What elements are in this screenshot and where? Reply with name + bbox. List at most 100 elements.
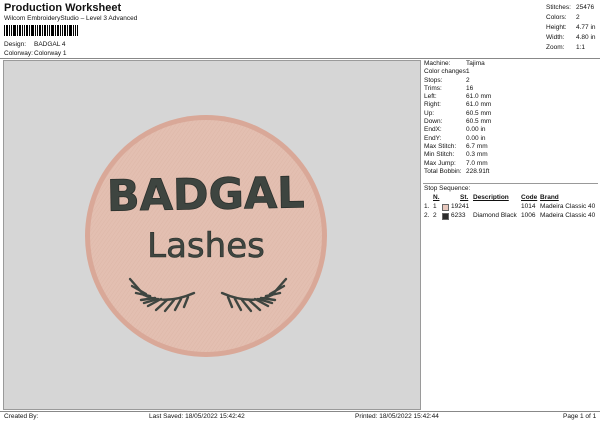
detail-label: Max Stitch: bbox=[424, 142, 457, 150]
stat-label: Stitches: bbox=[546, 4, 571, 11]
col-brand: Brand bbox=[540, 194, 559, 201]
stat-height: Height: 4.77 in bbox=[546, 23, 600, 33]
detail-row: Stops: 2 bbox=[423, 77, 598, 85]
machine-details: Machine: Tajima Color changes: 1 Stops: 2 T… bbox=[423, 60, 598, 176]
detail-row: Total Bobbin: 228.91ft bbox=[423, 168, 598, 176]
col-n: N. bbox=[433, 194, 440, 201]
detail-value: 60.5 mm bbox=[466, 109, 492, 117]
design-label: Design: bbox=[4, 41, 27, 48]
footer-divider bbox=[0, 411, 600, 412]
detail-label: Up: bbox=[424, 109, 435, 117]
colorway-label: Colorway: bbox=[4, 50, 33, 57]
detail-value: 0.00 in bbox=[466, 126, 486, 134]
detail-row: Min Stitch: 0.3 mm bbox=[423, 151, 598, 159]
detail-value: 6.7 mm bbox=[466, 142, 488, 150]
last-saved: Last Saved: 18/05/2022 15:42:42 bbox=[149, 413, 245, 420]
barcode bbox=[4, 25, 78, 36]
row-n: 2 bbox=[433, 212, 437, 219]
design-value: BADGAL 4 bbox=[34, 41, 66, 48]
detail-row: Down: 60.5 mm bbox=[423, 118, 598, 126]
detail-label: Min Stitch: bbox=[424, 151, 455, 159]
stat-label: Zoom: bbox=[546, 44, 565, 51]
row-st: 19241 bbox=[451, 203, 470, 210]
page-number: Page 1 of 1 bbox=[563, 413, 597, 420]
detail-row: Machine: Tajima bbox=[423, 60, 598, 68]
stop-sequence-title: Stop Sequence: bbox=[424, 185, 471, 192]
summary-stats: Stitches: 25476 Colors: 2 Height: 4.77 in W… bbox=[546, 3, 600, 53]
detail-row: EndY: 0.00 in bbox=[423, 135, 598, 143]
stat-label: Height: bbox=[546, 24, 567, 31]
detail-label: Machine: bbox=[424, 60, 451, 67]
stat-zoom: Zoom: 1:1 bbox=[546, 43, 600, 53]
row-brand: Madeira Classic 40 bbox=[540, 212, 596, 219]
detail-value: 228.91ft bbox=[466, 167, 490, 175]
stat-value: 4.80 in bbox=[576, 34, 596, 41]
stop-sequence-header: N. St. Description Code Brand bbox=[423, 194, 598, 203]
detail-label: Right: bbox=[424, 101, 441, 109]
stat-value: 2 bbox=[576, 14, 580, 21]
row-index: 2. bbox=[424, 212, 430, 219]
design-row: Design: BADGAL 4 bbox=[4, 41, 124, 50]
col-st: St. bbox=[460, 194, 469, 201]
detail-value: 0.3 mm bbox=[466, 151, 488, 159]
detail-label: Color changes: bbox=[424, 68, 468, 76]
stat-colors: Colors: 2 bbox=[546, 13, 600, 23]
printed-date: Printed: 18/05/2022 15:42:44 bbox=[355, 413, 439, 420]
row-code: 1014 bbox=[521, 203, 536, 210]
detail-value: 0.00 in bbox=[466, 134, 486, 142]
design-line2: Lashes bbox=[147, 226, 265, 266]
detail-label: Total Bobbin: bbox=[424, 167, 462, 175]
embroidery-preview: BADGAL Lashes bbox=[85, 115, 327, 357]
detail-value: 1 bbox=[466, 68, 470, 76]
stat-value: 25476 bbox=[576, 4, 595, 11]
table-row: 2. 2 6233 Diamond Black 1006 Madeira Cla… bbox=[423, 212, 598, 221]
detail-row: EndX: 0.00 in bbox=[423, 126, 598, 134]
detail-label: Down: bbox=[424, 118, 443, 126]
design-canvas: BADGAL Lashes bbox=[3, 60, 421, 410]
detail-row: Trims: 16 bbox=[423, 85, 598, 93]
sequence-divider bbox=[423, 183, 598, 184]
detail-value: Tajima bbox=[466, 60, 485, 67]
row-code: 1006 bbox=[521, 212, 536, 219]
detail-row: Up: 60.5 mm bbox=[423, 110, 598, 118]
detail-row: Left: 61.0 mm bbox=[423, 93, 598, 101]
col-description: Description bbox=[473, 194, 509, 201]
created-by: Created By: bbox=[4, 413, 39, 420]
detail-row: Max Stitch: 6.7 mm bbox=[423, 143, 598, 151]
header-divider bbox=[0, 58, 600, 59]
detail-value: 61.0 mm bbox=[466, 93, 492, 101]
detail-value: 7.0 mm bbox=[466, 159, 488, 167]
detail-value: 16 bbox=[466, 84, 474, 92]
detail-row: Right: 61.0 mm bbox=[423, 101, 598, 109]
detail-value: 60.5 mm bbox=[466, 118, 492, 126]
col-code: Code bbox=[521, 194, 538, 201]
detail-value: 2 bbox=[466, 76, 470, 84]
design-line1: BADGAL bbox=[106, 168, 305, 221]
page-title: Production Worksheet bbox=[4, 2, 122, 14]
detail-label: Stops: bbox=[424, 76, 443, 84]
detail-label: Left: bbox=[424, 93, 437, 101]
software-name: Wilcom EmbroideryStudio – Level 3 Advanc… bbox=[4, 15, 138, 22]
stat-value: 4.77 in bbox=[576, 24, 596, 31]
stat-value: 1:1 bbox=[576, 44, 586, 51]
detail-row: Color changes: 1 bbox=[423, 68, 598, 76]
detail-label: Max Jump: bbox=[424, 159, 456, 167]
detail-label: Trims: bbox=[424, 84, 442, 92]
detail-row: Max Jump: 7.0 mm bbox=[423, 160, 598, 168]
colorway-value: Colorway 1 bbox=[34, 50, 67, 57]
detail-value: 61.0 mm bbox=[466, 101, 492, 109]
row-index: 1. bbox=[424, 203, 430, 210]
row-brand: Madeira Classic 40 bbox=[540, 203, 596, 210]
stat-width: Width: 4.80 in bbox=[546, 33, 600, 43]
stat-label: Width: bbox=[546, 34, 565, 41]
stat-stitches: Stitches: 25476 bbox=[546, 3, 600, 13]
detail-label: EndX: bbox=[424, 126, 442, 134]
stat-label: Colors: bbox=[546, 14, 567, 21]
table-row: 1. 1 19241 1014 Madeira Classic 40 bbox=[423, 203, 598, 212]
row-description: Diamond Black bbox=[473, 212, 517, 219]
row-st: 6233 bbox=[451, 212, 466, 219]
row-n: 1 bbox=[433, 203, 437, 210]
color-swatch bbox=[442, 213, 449, 220]
color-swatch bbox=[442, 204, 449, 211]
detail-label: EndY: bbox=[424, 134, 442, 142]
